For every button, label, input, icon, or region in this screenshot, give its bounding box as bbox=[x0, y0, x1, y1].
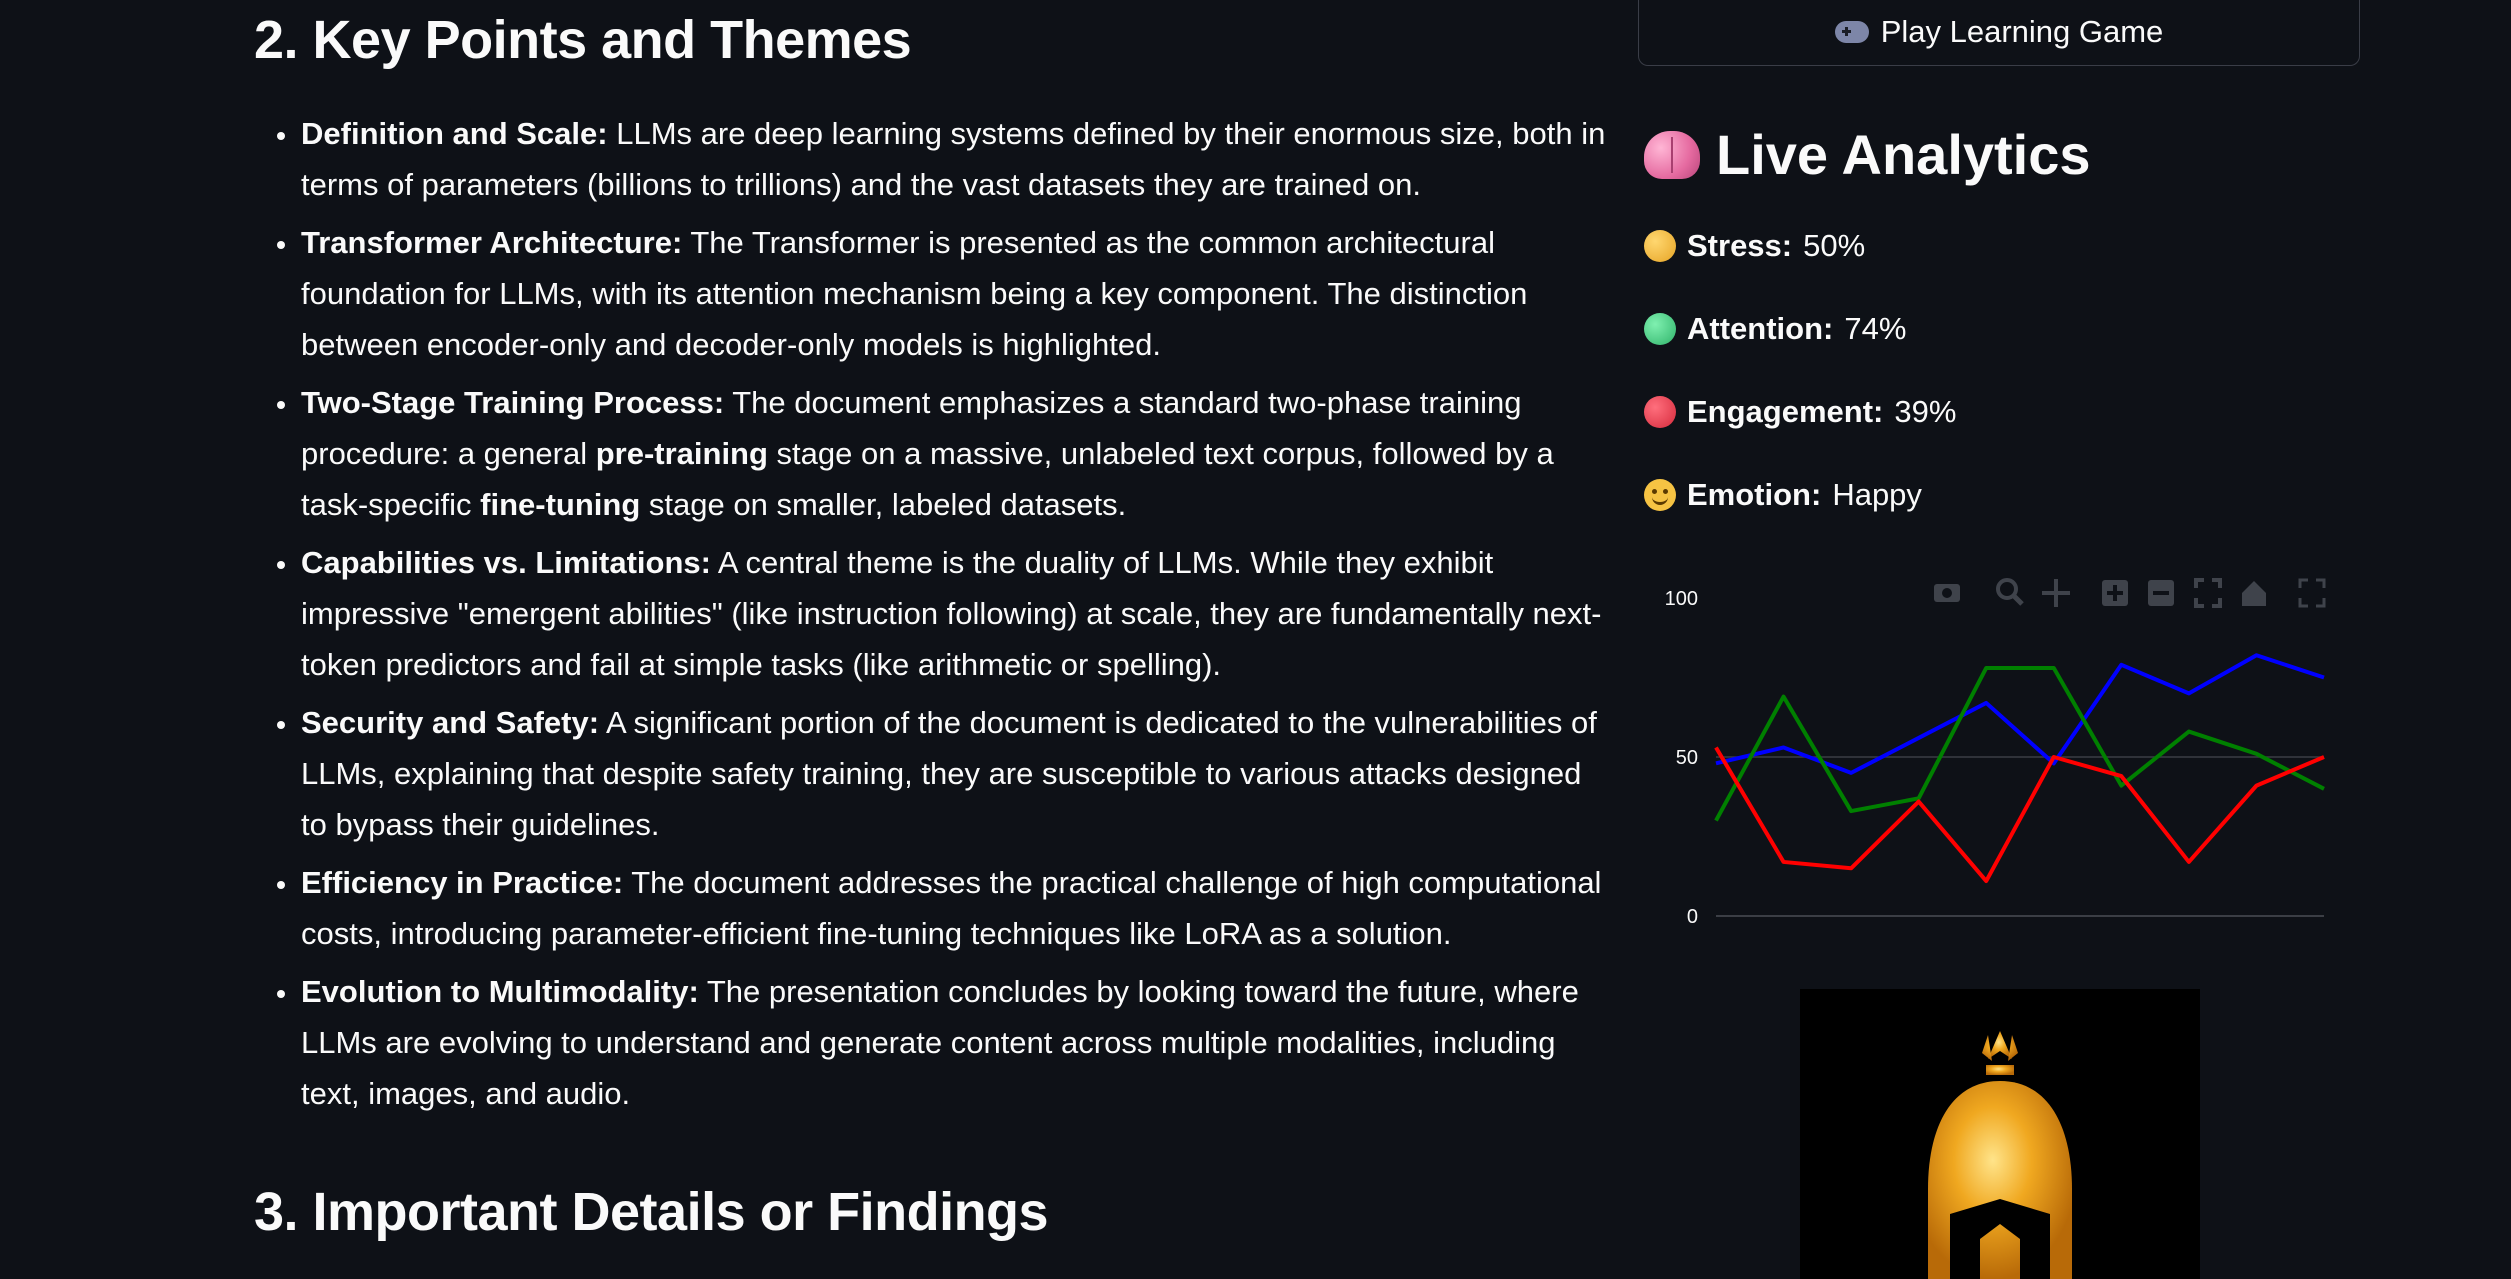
metric-label: Attention: bbox=[1687, 311, 1834, 346]
metric-value: 39% bbox=[1894, 394, 1957, 429]
point-title: Capabilities vs. Limitations: bbox=[301, 545, 711, 580]
point-title: Security and Safety: bbox=[301, 705, 600, 740]
list-item: Evolution to Multimodality: The presenta… bbox=[300, 966, 1610, 1119]
series-line-0[interactable] bbox=[1715, 653, 2325, 775]
point-title: Transformer Architecture: bbox=[301, 225, 683, 260]
list-item: Definition and Scale: LLMs are deep lear… bbox=[300, 108, 1610, 210]
point-text: stage on smaller, labeled datasets. bbox=[640, 487, 1127, 522]
gamepad-icon bbox=[1834, 20, 1869, 43]
play-learning-game-label: Play Learning Game bbox=[1880, 13, 2164, 49]
section-heading-key-points: 2. Key Points and Themes bbox=[254, 10, 912, 70]
y-tick-label: 0 bbox=[1687, 906, 1698, 928]
live-analytics-heading: Live Analytics bbox=[1644, 122, 2091, 187]
zoom-out-icon[interactable] bbox=[2148, 580, 2174, 606]
fullscreen-icon[interactable] bbox=[2298, 578, 2326, 608]
spartan-helmet-logo bbox=[1800, 989, 2200, 1279]
metric-label: Emotion: bbox=[1687, 477, 1822, 512]
point-title: Definition and Scale: bbox=[301, 116, 608, 151]
point-emphasis: fine-tuning bbox=[480, 487, 641, 522]
series-line-2[interactable] bbox=[1714, 746, 2325, 884]
zoom-icon[interactable] bbox=[1996, 578, 2024, 606]
metric-label: Stress: bbox=[1687, 228, 1793, 263]
list-item: Capabilities vs. Limitations: A central … bbox=[300, 537, 1610, 690]
point-title: Evolution to Multimodality: bbox=[301, 974, 699, 1009]
metric-stress: Stress: 50% bbox=[1644, 228, 1865, 264]
camera-icon[interactable] bbox=[1934, 584, 1960, 602]
metric-emotion: Emotion: Happy bbox=[1644, 477, 1922, 513]
analytics-line-chart[interactable]: 0 50 100 bbox=[1638, 570, 2362, 940]
list-item: Efficiency in Practice: The document add… bbox=[300, 857, 1610, 959]
red-circle-icon bbox=[1644, 396, 1676, 428]
play-learning-game-button[interactable]: Play Learning Game bbox=[1638, 0, 2360, 66]
green-circle-icon bbox=[1644, 313, 1676, 345]
autoscale-icon[interactable] bbox=[2194, 578, 2222, 608]
series-line-1[interactable] bbox=[1714, 665, 2325, 822]
pan-icon[interactable] bbox=[2042, 579, 2070, 607]
point-title: Efficiency in Practice: bbox=[301, 865, 624, 900]
brain-icon bbox=[1644, 130, 1700, 179]
section-heading-details: 3. Important Details or Findings bbox=[254, 1182, 1049, 1242]
list-item: Two-Stage Training Process: The document… bbox=[300, 377, 1610, 530]
yellow-circle-icon bbox=[1644, 230, 1676, 262]
live-analytics-title: Live Analytics bbox=[1716, 123, 2091, 186]
key-points-list: Definition and Scale: LLMs are deep lear… bbox=[254, 108, 1610, 1126]
list-item: Transformer Architecture: The Transforme… bbox=[300, 217, 1610, 370]
metric-value: 74% bbox=[1844, 311, 1907, 346]
smiling-face-icon bbox=[1644, 479, 1676, 511]
metric-attention: Attention: 74% bbox=[1644, 311, 1906, 347]
chart-svg[interactable]: 0 50 100 bbox=[1638, 570, 2362, 940]
metric-value: Happy bbox=[1832, 477, 1922, 512]
point-emphasis: pre-training bbox=[595, 436, 768, 471]
metric-engagement: Engagement: 39% bbox=[1644, 394, 1956, 430]
y-tick-label: 100 bbox=[1665, 588, 1698, 610]
metric-value: 50% bbox=[1803, 228, 1866, 263]
chart-modebar[interactable] bbox=[1934, 578, 2326, 608]
zoom-in-icon[interactable] bbox=[2102, 580, 2128, 606]
home-icon[interactable] bbox=[2242, 581, 2266, 606]
list-item: Security and Safety: A significant porti… bbox=[300, 697, 1610, 850]
y-tick-label: 50 bbox=[1676, 747, 1698, 769]
point-title: Two-Stage Training Process: bbox=[301, 385, 725, 420]
metric-label: Engagement: bbox=[1687, 394, 1884, 429]
